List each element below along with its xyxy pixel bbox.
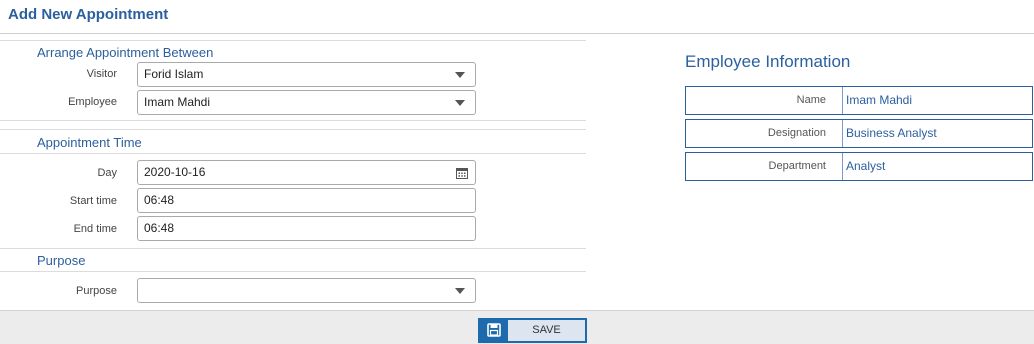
calendar-icon[interactable] — [456, 167, 468, 179]
info-row-designation: Designation Business Analyst — [685, 119, 1033, 148]
visitor-select[interactable]: Forid Islam — [137, 62, 476, 87]
divider — [0, 40, 586, 41]
section-title-purpose: Purpose — [37, 253, 86, 268]
visitor-label: Visitor — [86, 68, 117, 80]
divider — [0, 153, 586, 154]
end-time-input[interactable]: 06:48 — [137, 216, 476, 241]
chevron-down-icon — [455, 288, 465, 294]
info-key: Designation — [686, 120, 843, 147]
day-label: Day — [97, 167, 117, 179]
chevron-down-icon — [455, 100, 465, 106]
footer-bar: SAVE — [0, 310, 1034, 344]
purpose-label: Purpose — [76, 285, 117, 297]
day-date-input[interactable]: 2020-10-16 — [137, 160, 476, 185]
divider — [0, 129, 586, 130]
employee-label: Employee — [68, 96, 117, 108]
info-key: Department — [686, 153, 843, 180]
info-value: Imam Mahdi — [846, 93, 913, 107]
visitor-value: Forid Islam — [144, 67, 204, 81]
info-row-name: Name Imam Mahdi — [685, 86, 1033, 115]
info-row-department: Department Analyst — [685, 152, 1033, 181]
end-time-value: 06:48 — [144, 221, 175, 235]
floppy-disk-icon — [480, 320, 508, 341]
start-time-label: Start time — [69, 195, 117, 207]
employee-info-title: Employee Information — [685, 52, 851, 71]
divider — [0, 248, 586, 249]
appointment-form: Arrange Appointment Between Visitor Fori… — [0, 34, 586, 310]
start-time-value: 06:48 — [144, 193, 175, 207]
divider — [0, 120, 586, 121]
info-value: Business Analyst — [846, 126, 937, 140]
section-title-time: Appointment Time — [37, 135, 142, 150]
employee-select[interactable]: Imam Mahdi — [137, 90, 476, 115]
page-title: Add New Appointment — [8, 6, 169, 23]
section-title-arrange: Arrange Appointment Between — [37, 45, 214, 60]
purpose-select[interactable] — [137, 278, 476, 303]
divider — [0, 271, 586, 272]
info-value: Analyst — [846, 159, 886, 173]
day-value: 2020-10-16 — [144, 165, 206, 179]
save-button[interactable]: SAVE — [478, 318, 587, 343]
end-time-label: End time — [73, 223, 117, 235]
info-key: Name — [686, 87, 843, 114]
start-time-input[interactable]: 06:48 — [137, 188, 476, 213]
employee-value: Imam Mahdi — [144, 95, 211, 109]
save-label: SAVE — [532, 324, 561, 336]
chevron-down-icon — [455, 72, 465, 78]
